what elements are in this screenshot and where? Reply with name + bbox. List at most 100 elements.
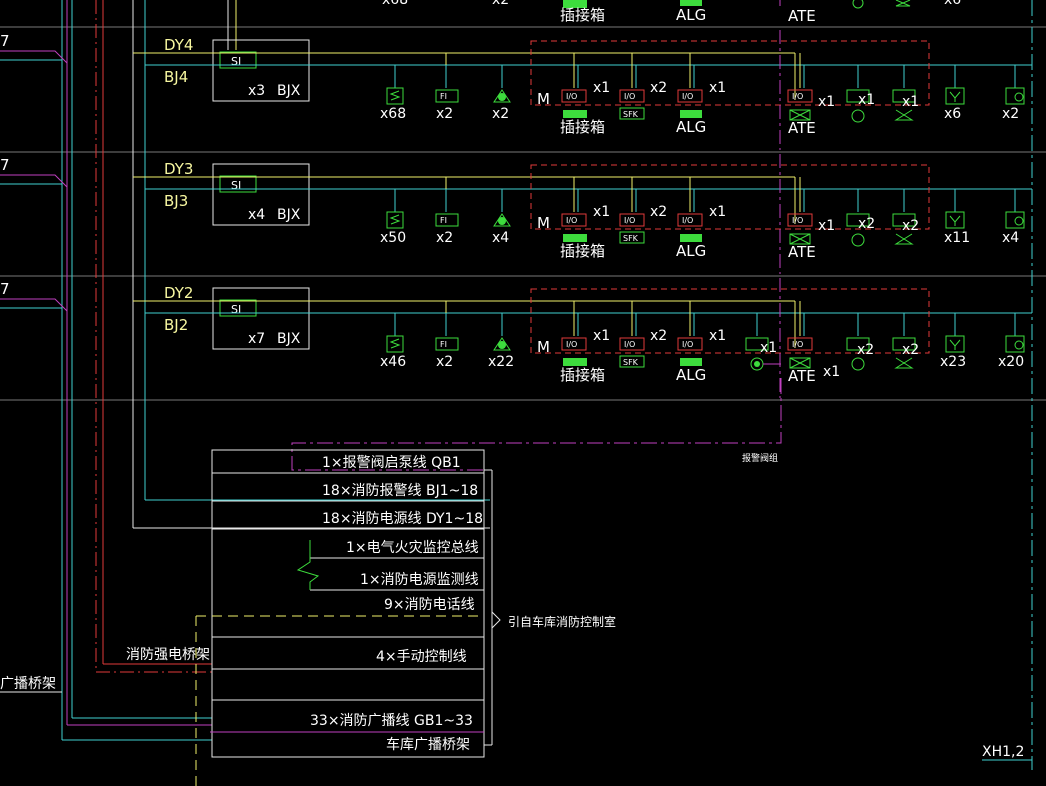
svg-text:I/O: I/O [624, 92, 635, 101]
device-count: x1 [593, 328, 610, 344]
ate-label: ATE [788, 367, 816, 385]
fire-alarm-system-diagram: 7 7 7 x68 x2 插接箱 ALG ATE x6 DY4 BJ4 SI x3 BJ… [0, 0, 1046, 786]
device-count: x23 [940, 354, 966, 370]
si-count: x4 [248, 207, 265, 223]
device-count: x6 [944, 106, 961, 122]
signal-valve-icon [894, 233, 914, 245]
svg-text:I/O: I/O [682, 340, 693, 349]
device-count: x1 [709, 80, 726, 96]
svg-text:SFK: SFK [623, 358, 639, 367]
svg-text:FI: FI [440, 216, 447, 225]
flow-indicator-icon [851, 233, 865, 247]
si-label: SI [231, 179, 241, 192]
cable-line-phone: 9×消防电话线 [384, 597, 475, 613]
module-row: DY3 BJ3 SI x4 BJX M FI I/O I/O I/O I/O 插接箱 SFK ALG ATE… [133, 154, 1032, 274]
si-label: SI [231, 55, 241, 68]
top-ate-label: ATE [788, 7, 816, 25]
si-count: x7 [248, 331, 265, 347]
dy-label: DY3 [164, 160, 193, 178]
device-count: x20 [998, 354, 1024, 370]
dy-label: DY2 [164, 284, 193, 302]
device-count: x1 [818, 94, 835, 110]
top-cha-label: 插接箱 [560, 6, 605, 24]
cha-label: 插接箱 [560, 242, 605, 260]
row-separators [0, 26, 1046, 401]
row-branches [0, 50, 68, 312]
device-count: x1 [760, 340, 777, 356]
device-count: x2 [902, 342, 919, 358]
bjx-label: BJX [277, 207, 301, 223]
svg-text:FI: FI [440, 92, 447, 101]
svg-text:I/O: I/O [566, 340, 577, 349]
alg-label: ALG [676, 366, 706, 384]
device-count: x2 [902, 218, 919, 234]
device-count: x2 [1002, 106, 1019, 122]
cha-label: 插接箱 [560, 118, 605, 136]
si-count: x3 [248, 83, 265, 99]
top-right-count: x6 [944, 0, 961, 8]
device-count: x2 [492, 106, 509, 122]
device-count: x2 [650, 80, 667, 96]
svg-text:I/O: I/O [682, 92, 693, 101]
alg-label: ALG [676, 118, 706, 136]
alg-icon [680, 358, 702, 366]
alarm-valve-label: 报警阀组 [742, 452, 778, 464]
device-count: x2 [436, 354, 453, 370]
flow-indicator-icon [851, 357, 865, 371]
device-count: x11 [944, 230, 970, 246]
svg-text:I/O: I/O [792, 216, 803, 225]
svg-text:I/O: I/O [566, 216, 577, 225]
device-count: x2 [650, 204, 667, 220]
device-count: x68 [380, 106, 406, 122]
device-count: x2 [650, 328, 667, 344]
top-alg-label: ALG [676, 6, 706, 24]
ate-label: ATE [788, 119, 816, 137]
plug-box-icon [563, 358, 587, 366]
top-count-2: x2 [492, 0, 509, 8]
bj-label: BJ2 [164, 316, 188, 334]
svg-text:I/O: I/O [624, 340, 635, 349]
ate-label: ATE [788, 243, 816, 261]
svg-text:I/O: I/O [624, 216, 635, 225]
device-count: x46 [380, 354, 406, 370]
cable-line-manual: 4×手动控制线 [376, 649, 467, 665]
route-label: 引自车库消防控制室 [508, 614, 616, 629]
cable-line-dy: 18×消防电源线 DY1~18 [322, 511, 483, 527]
bj-label: BJ3 [164, 192, 188, 210]
alg-label: ALG [676, 242, 706, 260]
xh-label: XH1,2 [982, 744, 1024, 760]
module-rows: DY4 BJ4 SI x3 BJX M FI I/O I/O I/O I/O 插接箱 SFK ALG ATE… [133, 30, 1032, 398]
device-count: x2 [858, 216, 875, 232]
device-count: x1 [823, 364, 840, 380]
device-count: x2 [436, 106, 453, 122]
cable-line-broadcast: 33×消防广播线 GB1~33 [310, 713, 473, 729]
svg-text:FI: FI [440, 340, 447, 349]
device-count: x1 [593, 204, 610, 220]
m-label: M [537, 338, 550, 356]
left-marker-2: 7 [0, 156, 10, 174]
cha-label: 插接箱 [560, 366, 605, 384]
alg-icon [680, 234, 702, 242]
device-count: x2 [857, 342, 874, 358]
power-tray-label: 消防强电桥架 [126, 647, 210, 663]
device-count: x1 [709, 204, 726, 220]
bjx-label: BJX [277, 83, 301, 99]
cable-line-qb: 1×报警阀启泵线 QB1 [322, 455, 461, 471]
top-count-1: x68 [382, 0, 408, 8]
cable-line-power-monitor: 1×消防电源监测线 [360, 572, 479, 588]
cable-line-broadcast-tray: 车库广播桥架 [386, 736, 470, 753]
device-count: x22 [488, 354, 514, 370]
device-count: x1 [593, 80, 610, 96]
dy-label: DY4 [164, 36, 193, 54]
cable-box-lines: 1×报警阀启泵线 QB1 18×消防报警线 BJ1~18 18×消防电源线 DY… [0, 455, 1024, 760]
left-marker-1: 7 [0, 32, 10, 50]
cable-line-fire-monitor: 1×电气火灾监控总线 [346, 539, 479, 556]
device-count: x4 [1002, 230, 1019, 246]
m-label: M [537, 90, 550, 108]
broadcast-tray-label: 广播桥架 [0, 676, 56, 692]
m-label: M [537, 214, 550, 232]
svg-text:I/O: I/O [792, 92, 803, 101]
cable-line-bj: 18×消防报警线 BJ1~18 [322, 483, 478, 499]
signal-valve-icon [894, 109, 914, 121]
device-count: x2 [436, 230, 453, 246]
